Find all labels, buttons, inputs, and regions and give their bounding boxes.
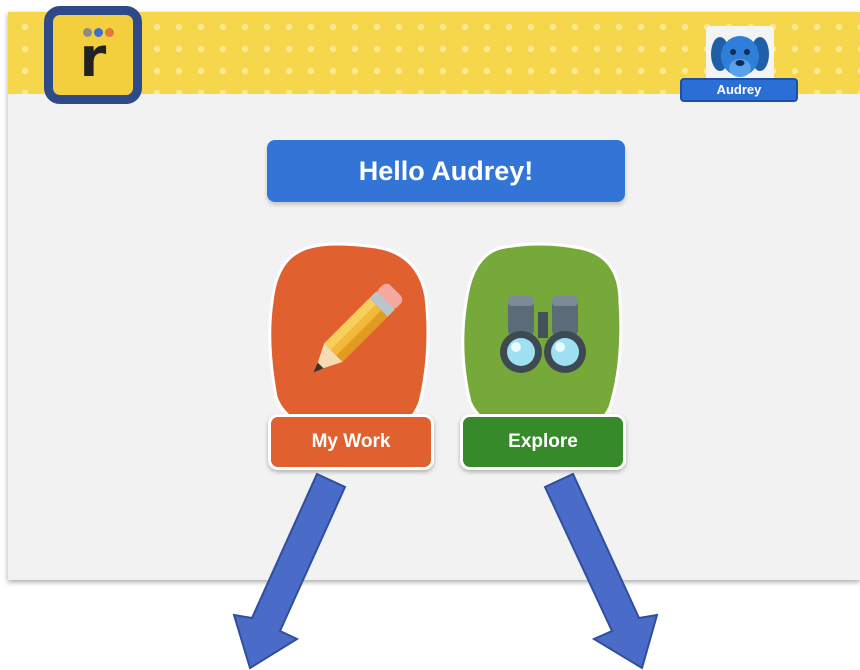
explore-button[interactable]: Explore [460, 414, 626, 470]
pencil-icon [313, 283, 403, 373]
profile-avatar[interactable] [706, 26, 774, 84]
home-logo-button[interactable]: r [44, 6, 142, 104]
binoculars-icon [500, 296, 586, 373]
blue-dog-icon [711, 36, 769, 77]
my-work-tile[interactable]: My Work [268, 242, 434, 472]
explore-tile[interactable]: Explore [460, 242, 626, 472]
profile-name-button[interactable]: Audrey [680, 78, 798, 102]
greeting-banner: Hello Audrey! [267, 140, 625, 202]
logo-letter: r [79, 26, 107, 89]
my-work-button[interactable]: My Work [268, 414, 434, 470]
